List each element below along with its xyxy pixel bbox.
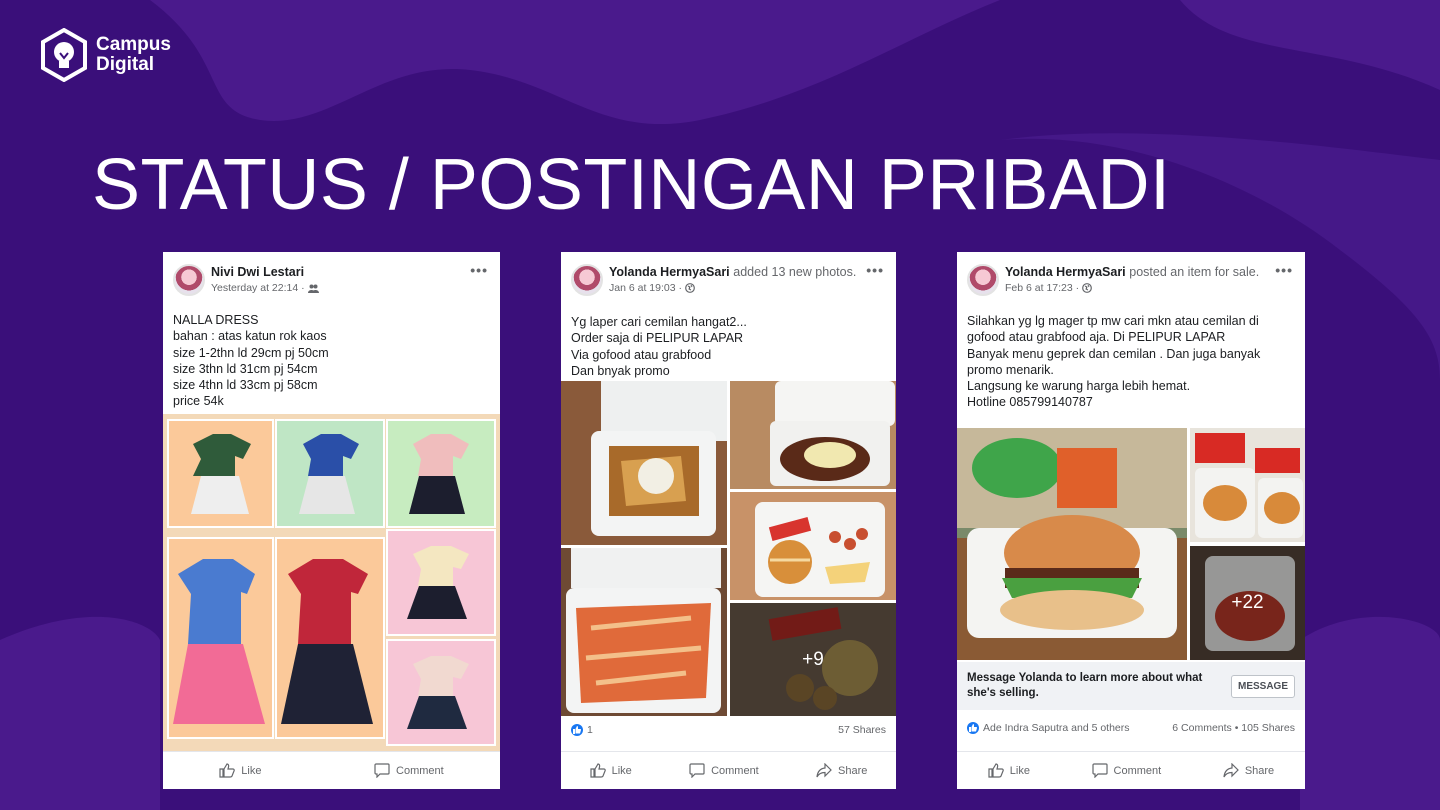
reaction-summary[interactable]: 1 xyxy=(571,724,593,736)
post-line: price 54k xyxy=(173,394,224,409)
thumbs-up-icon xyxy=(988,763,1004,778)
like-button[interactable]: Like xyxy=(988,763,1030,778)
comment-button[interactable]: Comment xyxy=(1091,763,1162,778)
logo-line-2: Digital xyxy=(96,54,155,75)
share-button[interactable]: Share xyxy=(816,763,867,778)
avatar[interactable] xyxy=(173,264,205,296)
thumbs-up-icon xyxy=(219,763,236,778)
message-prompt: Message Yolanda to learn more about what… xyxy=(967,672,1203,699)
share-label: Share xyxy=(838,764,868,777)
lightbulb-hexagon-icon xyxy=(41,28,87,82)
post-action-text: posted an item for sale. xyxy=(1129,265,1260,279)
post-actions-bar: Like Comment Share xyxy=(957,751,1305,789)
post-line: Hotline 085799140787 xyxy=(967,395,1093,410)
share-icon xyxy=(1223,763,1239,778)
post-time[interactable]: Yesterday at 22:14 · xyxy=(211,280,305,296)
post-line: Dan bnyak promo xyxy=(571,363,670,378)
avatar[interactable] xyxy=(967,264,999,296)
more-options-icon[interactable]: ••• xyxy=(1275,262,1293,278)
post-line: Banyak menu geprek dan cemilan . Dan jug… xyxy=(967,346,1261,361)
post-photo-1[interactable] xyxy=(561,381,727,545)
message-seller-row: Message Yolanda to learn more about what… xyxy=(957,662,1305,710)
post-text: Silahkan yg lg mager tp mw cari mkn atau… xyxy=(957,296,1305,417)
post-actions-bar: Like Comment Share xyxy=(561,751,896,789)
post-photo-5-more[interactable]: +9 xyxy=(730,603,896,716)
slide-title: STATUS / POSTINGAN PRIBADI xyxy=(92,145,1171,225)
reactions-row: 1 57 Shares xyxy=(561,724,896,736)
author-name[interactable]: Nivi Dwi Lestari xyxy=(211,265,304,279)
like-label: Like xyxy=(241,764,262,777)
globe-icon xyxy=(1082,283,1093,293)
share-label: Share xyxy=(1244,764,1275,777)
thumbs-up-icon xyxy=(590,763,606,778)
post-line: NALLA DRESS xyxy=(173,313,259,327)
like-label: Like xyxy=(1009,764,1030,777)
like-label: Like xyxy=(611,764,632,777)
friends-icon xyxy=(307,284,319,293)
post-text: Yg laper cari cemilan hangat2... Order s… xyxy=(561,296,896,385)
comment-button[interactable]: Comment xyxy=(374,763,444,778)
shares-count[interactable]: 57 Shares xyxy=(838,724,886,736)
post-card-1: Nivi Dwi Lestari Yesterday at 22:14 · ••… xyxy=(163,252,500,789)
post-photo-burger-box[interactable] xyxy=(1190,428,1305,542)
avatar[interactable] xyxy=(571,264,603,296)
post-line: size 1-2thn ld 29cm pj 50cm xyxy=(173,345,329,360)
more-options-icon[interactable]: ••• xyxy=(866,262,884,278)
comment-icon xyxy=(1091,763,1108,778)
reaction-count: 1 xyxy=(587,724,593,736)
comment-icon xyxy=(374,763,390,778)
message-button[interactable]: MESSAGE xyxy=(1230,674,1295,698)
post-line: Yg laper cari cemilan hangat2... xyxy=(571,315,747,329)
post-photo-4[interactable] xyxy=(561,548,727,716)
post-photo-more[interactable]: +22 xyxy=(1190,546,1305,660)
like-reaction-icon xyxy=(571,724,583,736)
post-card-2: Yolanda HermyaSari added 13 new photos. … xyxy=(561,252,896,789)
post-line: Langsung ke warung harga lebih hemat. xyxy=(967,379,1191,394)
comment-label: Comment xyxy=(396,764,444,777)
post-line: Via gofood atau grabfood xyxy=(571,347,712,362)
like-button[interactable]: Like xyxy=(590,763,632,778)
post-card-3: Yolanda HermyaSari posted an item for sa… xyxy=(957,252,1305,789)
share-button[interactable]: Share xyxy=(1223,763,1274,778)
post-photo-3[interactable] xyxy=(730,492,896,600)
post-text: NALLA DRESS bahan : atas katun rok kaos … xyxy=(163,296,500,416)
author-name[interactable]: Yolanda HermyaSari xyxy=(1005,265,1126,279)
post-line: Silahkan yg lg mager tp mw cari mkn atau… xyxy=(967,314,1259,328)
share-icon xyxy=(816,763,832,778)
comments-shares-count[interactable]: 6 Comments • 105 Shares xyxy=(1172,722,1295,734)
reaction-summary[interactable]: Ade Indra Saputra and 5 others xyxy=(967,722,1130,734)
post-line: gofood atau grabfood aja. Di PELIPUR LAP… xyxy=(967,330,1226,345)
comment-icon xyxy=(689,763,705,778)
globe-icon xyxy=(685,283,695,293)
more-photos-count: +22 xyxy=(1231,592,1264,613)
post-line: promo menarik. xyxy=(967,362,1054,377)
more-options-icon[interactable]: ••• xyxy=(470,262,488,278)
like-button[interactable]: Like xyxy=(219,763,261,778)
campus-digital-logo: Campus Digital xyxy=(40,28,171,82)
reaction-names: Ade Indra Saputra and 5 others xyxy=(983,722,1130,734)
post-line: Order saja di PELIPUR LAPAR xyxy=(571,331,744,346)
more-photos-count: +9 xyxy=(802,648,824,670)
post-time[interactable]: Feb 6 at 17:23 · xyxy=(1005,280,1079,296)
post-line: size 4thn ld 33cm pj 58cm xyxy=(173,378,318,393)
post-actions-bar: Like Comment xyxy=(163,751,500,789)
post-photo-2[interactable] xyxy=(730,381,896,489)
logo-line-1: Campus xyxy=(96,34,171,55)
reactions-row: Ade Indra Saputra and 5 others 6 Comment… xyxy=(957,722,1305,734)
post-time[interactable]: Jan 6 at 19:03 · xyxy=(609,280,682,296)
post-action-text: added 13 new photos. xyxy=(733,265,857,279)
post-line: bahan : atas katun rok kaos xyxy=(173,329,327,344)
like-reaction-icon xyxy=(967,722,979,734)
comment-label: Comment xyxy=(1113,764,1162,777)
post-line: size 3thn ld 31cm pj 54cm xyxy=(173,361,318,376)
author-name[interactable]: Yolanda HermyaSari xyxy=(609,265,730,279)
comment-label: Comment xyxy=(711,764,759,777)
comment-button[interactable]: Comment xyxy=(689,763,759,778)
post-photo-dresses[interactable] xyxy=(163,414,500,751)
post-photo-burger[interactable] xyxy=(957,428,1187,660)
